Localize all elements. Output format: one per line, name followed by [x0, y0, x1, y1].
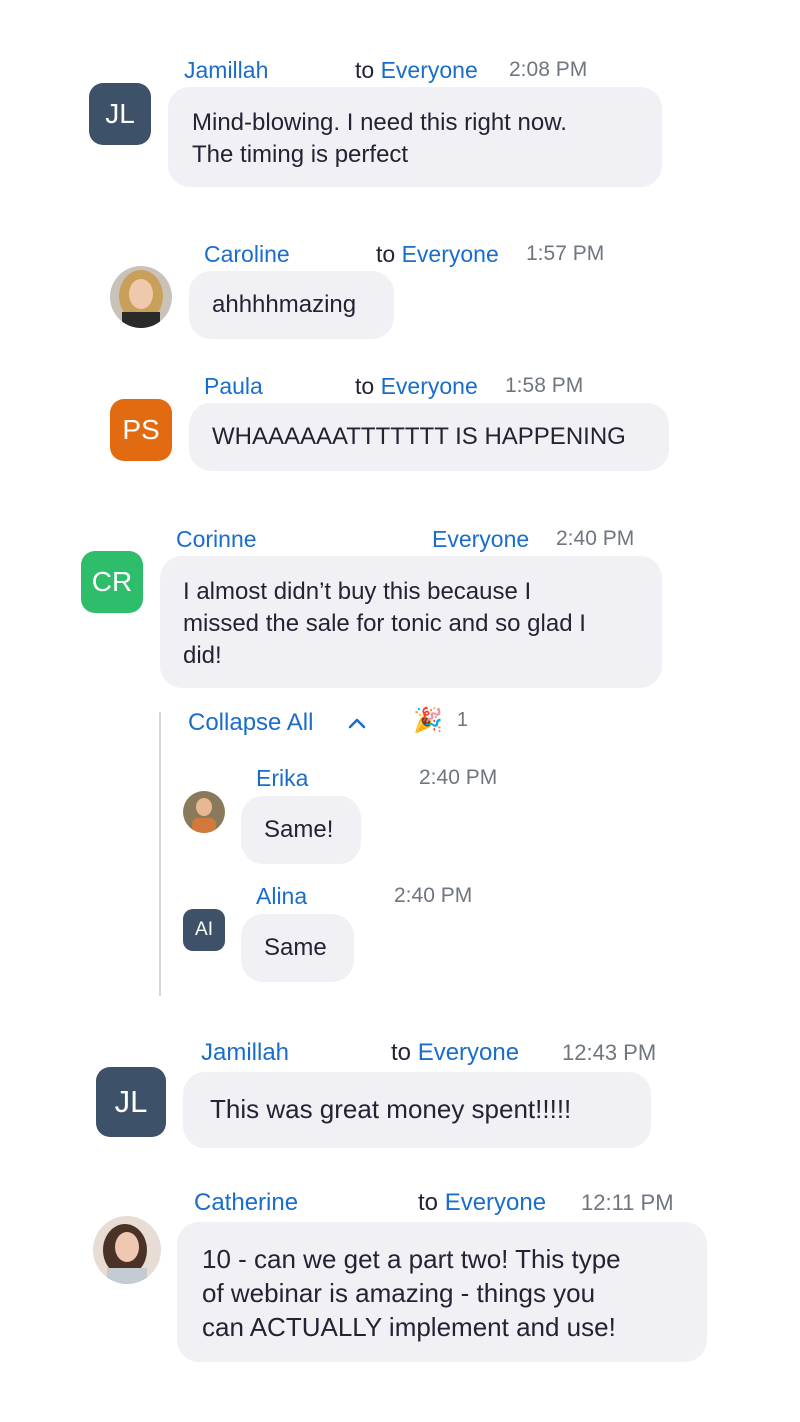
recipient-everyone[interactable]: Everyone — [402, 241, 499, 267]
recipient-everyone[interactable]: Everyone — [381, 57, 478, 83]
avatar[interactable]: CR — [81, 551, 143, 613]
message-line: of webinar is amazing - things you — [202, 1278, 596, 1308]
message-line: 10 - can we get a part two! This type — [202, 1244, 621, 1274]
chevron-up-icon[interactable] — [347, 716, 367, 730]
message-line: ahhhhmazing — [212, 291, 357, 318]
to-label: to — [355, 57, 375, 83]
recipient-label: to Everyone — [355, 373, 478, 400]
to-label: to — [376, 241, 396, 267]
message-bubble[interactable]: This was great money spent!!!!! — [183, 1072, 651, 1148]
message-line: This was great money spent!!!!! — [210, 1094, 572, 1124]
message-bubble[interactable]: Same! — [241, 796, 361, 864]
recipient-everyone[interactable]: Everyone — [445, 1189, 546, 1216]
message-bubble[interactable]: Mind-blowing. I need this right now. The… — [168, 87, 662, 187]
message-line: The timing is perfect — [192, 141, 409, 168]
timestamp: 2:08 PM — [509, 58, 588, 81]
message-line: Mind-blowing. I need this right now. — [192, 109, 567, 136]
recipient-label: to Everyone — [376, 241, 499, 268]
message-bubble[interactable]: WHAAAAAATTTTTTT IS HAPPENING — [189, 403, 669, 471]
timestamp: 2:40 PM — [556, 527, 635, 550]
avatar[interactable]: JL — [96, 1067, 166, 1137]
profile-photo-icon — [110, 266, 172, 328]
timestamp: 12:11 PM — [581, 1190, 674, 1215]
recipient-everyone[interactable]: Everyone — [432, 526, 529, 552]
timestamp: 2:40 PM — [419, 766, 498, 789]
message-line: missed the sale for tonic and so glad I — [183, 610, 586, 637]
sender-name[interactable]: Jamillah — [184, 57, 268, 84]
message-bubble[interactable]: ahhhhmazing — [189, 271, 394, 339]
avatar-initials: JL — [105, 98, 135, 129]
sender-name[interactable]: Caroline — [204, 241, 290, 268]
photo-avatar[interactable] — [110, 266, 172, 328]
recipient-label: Everyone — [432, 526, 529, 553]
photo-avatar[interactable] — [93, 1216, 161, 1284]
message-line: I almost didn’t buy this because I — [183, 578, 532, 605]
sender-name[interactable]: Catherine — [194, 1189, 298, 1217]
message-line: Same! — [264, 816, 334, 843]
collapse-all-button[interactable]: Collapse All — [188, 709, 313, 737]
sender-name[interactable]: Corinne — [176, 526, 257, 553]
to-label: to — [418, 1189, 439, 1216]
to-label: to — [355, 373, 375, 399]
recipient-everyone[interactable]: Everyone — [418, 1039, 519, 1066]
recipient-label: to Everyone — [391, 1039, 519, 1067]
message-line: can ACTUALLY implement and use! — [202, 1312, 616, 1342]
reaction-count: 1 — [456, 709, 469, 731]
message-line: WHAAAAAATTTTTTT IS HAPPENING — [212, 423, 626, 450]
sender-name[interactable]: Alina — [256, 883, 307, 910]
profile-photo-icon — [93, 1216, 161, 1284]
sender-name[interactable]: Jamillah — [201, 1039, 289, 1067]
message-line: Same — [264, 934, 327, 961]
photo-avatar[interactable] — [183, 791, 225, 833]
avatar[interactable]: PS — [110, 399, 172, 461]
message-bubble[interactable]: 10 - can we get a part two! This type of… — [177, 1222, 707, 1362]
timestamp: 12:43 PM — [562, 1040, 657, 1065]
avatar-initials: JL — [114, 1084, 148, 1119]
avatar[interactable]: JL — [89, 83, 151, 145]
recipient-everyone[interactable]: Everyone — [381, 373, 478, 399]
reaction-chip[interactable]: 🎉 1 — [413, 706, 468, 735]
message-line: did! — [183, 642, 222, 669]
recipient-label: to Everyone — [355, 57, 478, 84]
avatar-initials: CR — [91, 566, 133, 597]
timestamp: 1:57 PM — [526, 242, 605, 265]
timestamp: 2:40 PM — [394, 884, 473, 907]
message-bubble[interactable]: Same — [241, 914, 354, 982]
avatar-initials: PS — [122, 414, 160, 445]
profile-photo-icon — [183, 791, 225, 833]
avatar[interactable]: AI — [183, 909, 225, 951]
party-popper-icon: 🎉 — [413, 707, 443, 734]
to-label: to — [391, 1039, 412, 1066]
message-bubble[interactable]: I almost didn’t buy this because I misse… — [160, 556, 662, 688]
thread-line — [159, 712, 161, 996]
timestamp: 1:58 PM — [505, 374, 584, 397]
avatar-initials: AI — [195, 919, 213, 940]
recipient-label: to Everyone — [418, 1189, 546, 1217]
sender-name[interactable]: Erika — [256, 765, 308, 792]
sender-name[interactable]: Paula — [204, 373, 263, 400]
